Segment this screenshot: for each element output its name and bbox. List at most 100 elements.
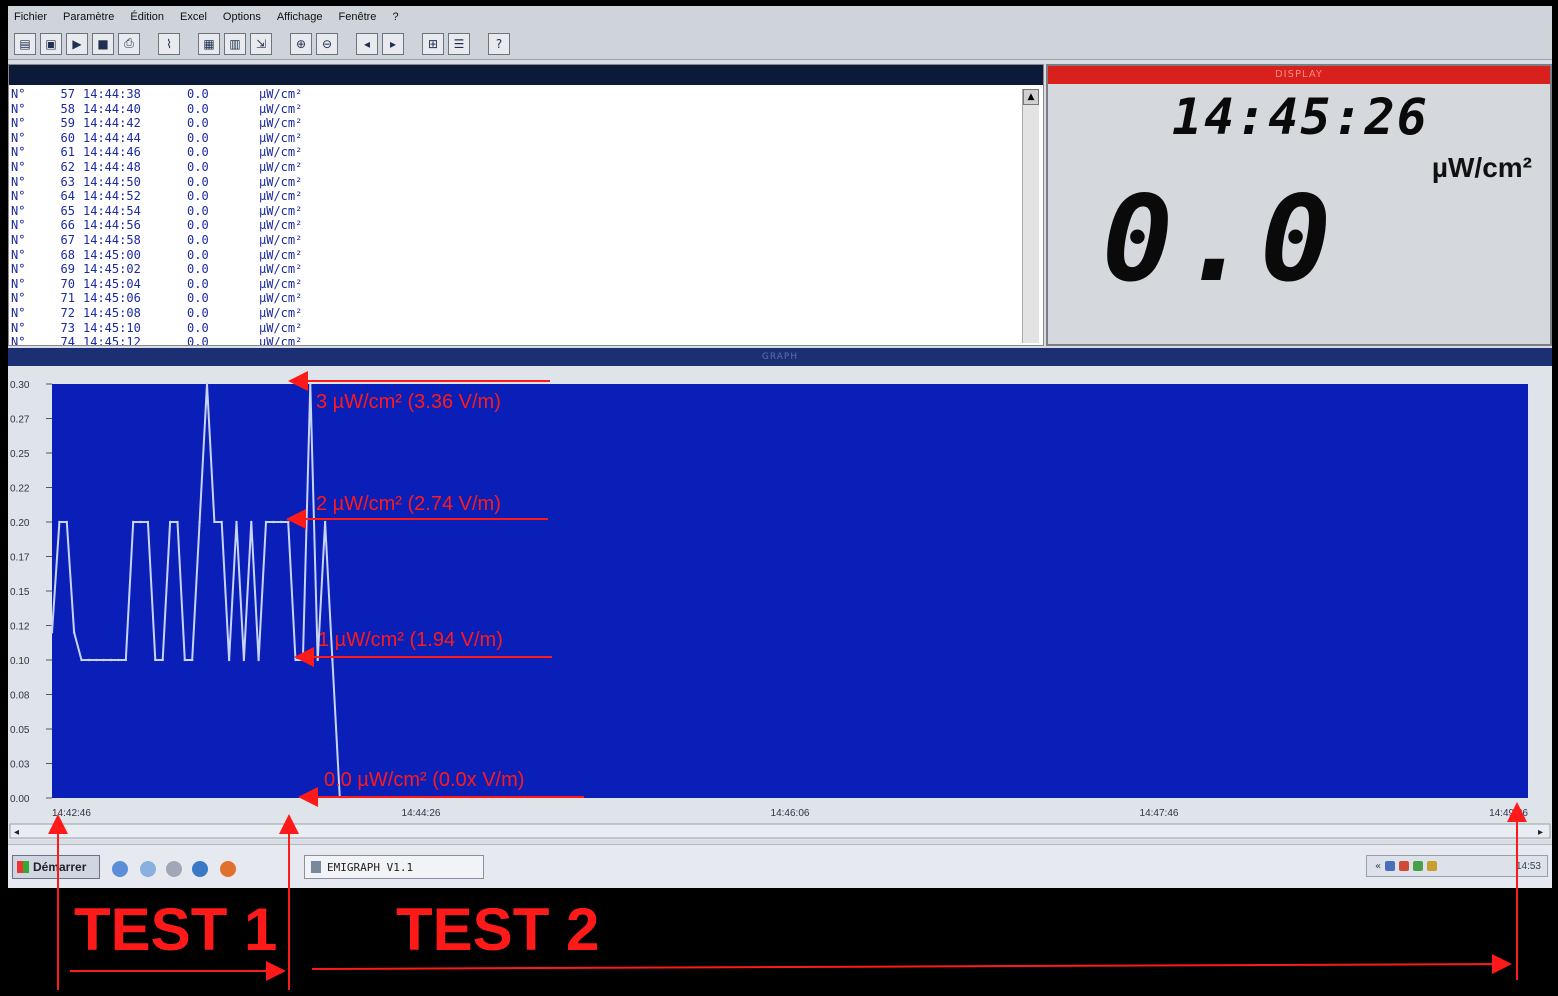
log-row[interactable]: N° 68 14:45:00 0.0 µW/cm²	[11, 248, 1021, 263]
menu-edition[interactable]: Édition	[130, 11, 164, 23]
log-number: 57	[60, 87, 75, 101]
app-icon	[311, 861, 321, 873]
log-time: 14:44:44	[83, 130, 141, 145]
log-row[interactable]: N° 71 14:45:06 0.0 µW/cm²	[11, 291, 1021, 306]
menu-help[interactable]: ?	[392, 11, 398, 23]
y-tick-label: 0.27	[10, 415, 30, 426]
log-row[interactable]: N° 69 14:45:02 0.0 µW/cm²	[11, 262, 1021, 277]
log-row[interactable]: N° 59 14:44:42 0.0 µW/cm²	[11, 116, 1021, 131]
log-value: 0.0	[187, 335, 209, 345]
log-value: 0.0	[187, 101, 209, 116]
log-prefix: N°	[11, 218, 26, 233]
data-point	[257, 658, 260, 662]
log-row[interactable]: N° 61 14:44:46 0.0 µW/cm²	[11, 145, 1021, 160]
window-icon[interactable]: ⊞	[422, 32, 444, 55]
log-row[interactable]: N° 72 14:45:08 0.0 µW/cm²	[11, 306, 1021, 321]
display-title: DISPLAY	[1048, 66, 1550, 84]
data-point	[102, 658, 105, 662]
y-tick-label: 0.08	[10, 691, 30, 702]
log-prefix: N°	[11, 291, 26, 306]
log-row[interactable]: N° 64 14:44:52 0.0 µW/cm²	[11, 189, 1021, 204]
log-prefix: N°	[11, 335, 26, 345]
log-row[interactable]: N° 73 14:45:10 0.0 µW/cm²	[11, 321, 1021, 336]
menu-affichage[interactable]: Affichage	[277, 11, 323, 23]
log-unit: µW/cm²	[259, 218, 303, 233]
log-row[interactable]: N° 66 14:44:56 0.0 µW/cm²	[11, 218, 1021, 233]
security-icon[interactable]	[1399, 861, 1410, 871]
zoom-in-icon[interactable]: ⊕	[290, 32, 312, 55]
log-row[interactable]: N° 65 14:44:54 0.0 µW/cm²	[11, 204, 1021, 219]
media-icon[interactable]	[166, 861, 182, 877]
y-axis: 0.30 0.27 0.25 0.22 0.20 0.17 0.15 0.12 0.10 0.08…	[10, 380, 52, 805]
log-unit: µW/cm²	[259, 101, 303, 116]
display-panel: DISPLAY 14:45:26 µW/cm² 0.0	[1046, 64, 1552, 346]
log-number: 65	[60, 203, 75, 218]
log-unit: µW/cm²	[259, 174, 303, 189]
log-unit: µW/cm²	[259, 320, 303, 335]
prev-icon[interactable]: ◂	[356, 32, 378, 55]
firefox-icon[interactable]	[220, 861, 236, 877]
data-point	[132, 520, 135, 524]
table-icon[interactable]: ▦	[198, 32, 220, 55]
tray-expand-icon[interactable]: «	[1375, 861, 1381, 872]
data-point	[346, 796, 349, 800]
open-icon[interactable]: ▤	[14, 32, 36, 55]
volume-icon[interactable]	[1413, 861, 1424, 871]
log-list[interactable]: N° 57 14:44:38 0.0 µW/cm² N° 58 14:44:40 0.0 µW/c…	[11, 87, 1021, 345]
chart-icon[interactable]: ⌇	[158, 32, 180, 55]
update-icon[interactable]	[1427, 861, 1438, 871]
y-tick-label: 0.25	[10, 449, 30, 460]
menu-fichier[interactable]: Fichier	[14, 11, 47, 23]
menu-parametre[interactable]: Paramètre	[63, 11, 114, 23]
stop-icon[interactable]: ■	[92, 32, 114, 55]
next-icon[interactable]: ▸	[382, 32, 404, 55]
export-icon[interactable]: ⇲	[250, 32, 272, 55]
log-row[interactable]: N° 62 14:44:48 0.0 µW/cm²	[11, 160, 1021, 175]
data-point	[124, 658, 128, 662]
scroll-right-icon[interactable]: ▸	[1538, 827, 1543, 838]
start-button[interactable]: Démarrer	[12, 855, 100, 879]
log-time: 14:45:02	[83, 262, 141, 277]
scroll-left-icon[interactable]: ◂	[14, 827, 19, 838]
network-icon[interactable]	[1385, 861, 1396, 871]
explorer-icon[interactable]	[140, 861, 156, 877]
log-row[interactable]: N° 60 14:44:44 0.0 µW/cm²	[11, 131, 1021, 146]
play-icon[interactable]: ▶	[66, 32, 88, 55]
log-number: 72	[60, 305, 75, 320]
scroll-up-icon[interactable]: ▲	[1023, 89, 1039, 105]
log-row[interactable]: N° 63 14:44:50 0.0 µW/cm²	[11, 175, 1021, 190]
ie-icon[interactable]	[192, 861, 208, 877]
menu-excel[interactable]: Excel	[180, 11, 207, 23]
log-unit: µW/cm²	[259, 335, 303, 345]
log-row[interactable]: N° 57 14:44:38 0.0 µW/cm²	[11, 87, 1021, 102]
menu-fenetre[interactable]: Fenêtre	[339, 11, 377, 23]
toolbar: ▤ ▣ ▶ ■ ⎙ ⌇ ▦ ▥ ⇲ ⊕ ⊖ ◂ ▸ ⊞ ☰ ?	[8, 28, 1552, 60]
data-point	[279, 520, 282, 524]
log-row[interactable]: N° 67 14:44:58 0.0 µW/cm²	[11, 233, 1021, 248]
help-icon[interactable]: ?	[488, 32, 510, 55]
menu-options[interactable]: Options	[223, 11, 261, 23]
graph-hscrollbar[interactable]	[9, 823, 1551, 839]
layout-icon[interactable]: ☰	[448, 32, 470, 55]
log-row[interactable]: N° 58 14:44:40 0.0 µW/cm²	[11, 102, 1021, 117]
log-prefix: N°	[11, 203, 26, 218]
desktop-icon[interactable]	[112, 861, 128, 877]
grid-icon[interactable]: ▥	[224, 32, 246, 55]
log-scrollbar[interactable]: ▲	[1022, 89, 1039, 343]
zoom-out-icon[interactable]: ⊖	[316, 32, 338, 55]
log-prefix: N°	[11, 116, 26, 131]
log-row[interactable]: N° 70 14:45:04 0.0 µW/cm²	[11, 277, 1021, 292]
log-number: 59	[60, 116, 75, 131]
log-unit: µW/cm²	[259, 116, 303, 131]
y-tick-label: 0.30	[10, 380, 30, 391]
log-value: 0.0	[187, 174, 209, 189]
taskbar-emigraph[interactable]: EMIGRAPH V1.1	[304, 855, 484, 879]
data-point	[109, 658, 113, 662]
log-row[interactable]: N° 74 14:45:12 0.0 µW/cm²	[11, 335, 1021, 345]
data-point	[95, 658, 98, 662]
graph-titlebar: GRAPH	[8, 348, 1552, 366]
save-icon[interactable]: ▣	[40, 32, 62, 55]
log-value: 0.0	[187, 262, 209, 277]
menu-bar: Fichier Paramètre Édition Excel Options …	[8, 6, 1552, 28]
print-icon[interactable]: ⎙	[118, 32, 140, 55]
